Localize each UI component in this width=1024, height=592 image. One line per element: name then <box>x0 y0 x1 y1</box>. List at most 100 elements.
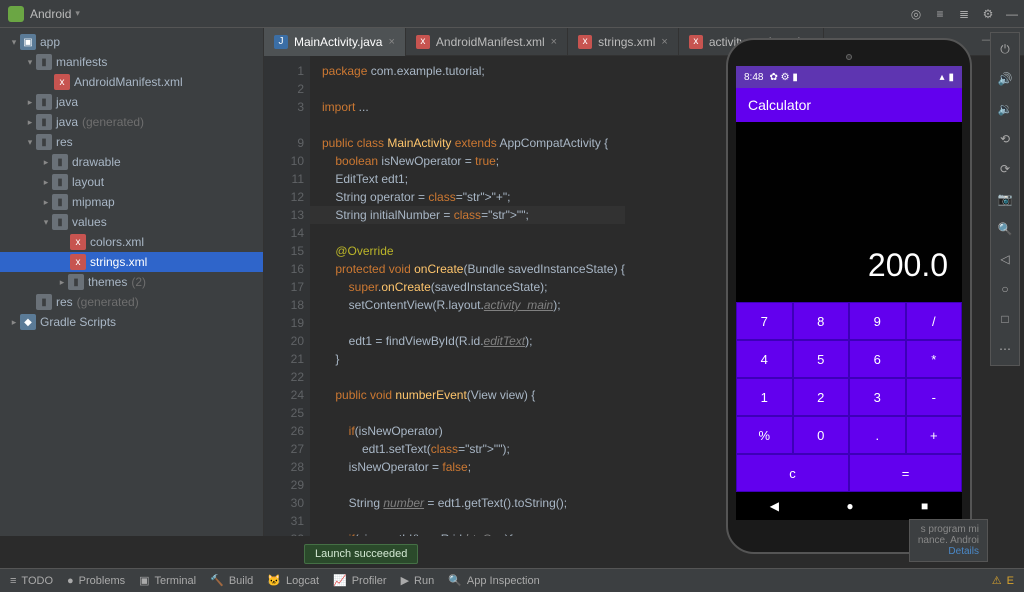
tab-label: MainActivity.java <box>294 35 382 49</box>
folder-icon: ▮ <box>68 274 84 290</box>
key-3[interactable]: 3 <box>849 378 906 416</box>
project-tree[interactable]: ▾▣ app ▾▮ manifests x AndroidManifest.xm… <box>0 28 264 536</box>
status-time: 8:48 <box>744 72 763 83</box>
emulator-frame: 8:48 ✿ ⚙ ▮ ▴▮ Calculator 200.0 789/456*1… <box>726 38 972 554</box>
bottom-app inspection[interactable]: 🔍App Inspection <box>448 574 539 587</box>
tool-icon: 🔨 <box>210 574 224 587</box>
bottom-logcat[interactable]: 🐱Logcat <box>267 574 319 587</box>
tree-drawable[interactable]: ▸▮ drawable <box>0 152 263 172</box>
tree-layout[interactable]: ▸▮ layout <box>0 172 263 192</box>
bottom-terminal[interactable]: ▣Terminal <box>139 574 196 587</box>
volume-up-icon[interactable]: 🔊 <box>995 69 1015 89</box>
volume-down-icon[interactable]: 🔉 <box>995 99 1015 119</box>
tree-manifest-file[interactable]: x AndroidManifest.xml <box>0 72 263 92</box>
tree-mipmap[interactable]: ▸▮ mipmap <box>0 192 263 212</box>
tree-gradle[interactable]: ▸◆ Gradle Scripts <box>0 312 263 332</box>
editor-tab[interactable]: xAndroidManifest.xml× <box>406 28 568 56</box>
rotate-left-icon[interactable]: ⟲ <box>995 129 1015 149</box>
notification-peek[interactable]: s program mi nance. Androi Details <box>909 519 988 562</box>
navigate-target-icon[interactable]: ◎ <box>905 3 927 25</box>
key-6[interactable]: 6 <box>849 340 906 378</box>
back-icon[interactable]: ◁ <box>995 249 1015 269</box>
folder-icon: ▮ <box>36 54 52 70</box>
home-icon[interactable]: ○ <box>995 279 1015 299</box>
zoom-icon[interactable]: 🔍 <box>995 219 1015 239</box>
tree-label: java <box>56 95 78 109</box>
key-4[interactable]: 4 <box>736 340 793 378</box>
tree-label: strings.xml <box>90 255 147 269</box>
tree-res-gen[interactable]: ▮ res (generated) <box>0 292 263 312</box>
tool-icon: 📈 <box>333 574 347 587</box>
camera-icon <box>846 54 852 60</box>
nav-back-icon[interactable]: ◀ <box>770 499 779 513</box>
emulator-screen[interactable]: 8:48 ✿ ⚙ ▮ ▴▮ Calculator 200.0 789/456*1… <box>736 66 962 520</box>
close-tab-icon[interactable]: × <box>388 36 394 48</box>
tree-res[interactable]: ▾▮ res <box>0 132 263 152</box>
tree-colors[interactable]: x colors.xml <box>0 232 263 252</box>
power-icon[interactable]: ⏻ <box>995 39 1015 59</box>
key-2[interactable]: 2 <box>793 378 850 416</box>
minimize-panel-icon[interactable]: — <box>1001 3 1023 25</box>
rotate-right-icon[interactable]: ⟳ <box>995 159 1015 179</box>
bottom-profiler[interactable]: 📈Profiler <box>333 574 387 587</box>
more-icon[interactable]: ⋯ <box>995 339 1015 359</box>
android-nav-bar[interactable]: ◀ ● ■ <box>736 492 962 520</box>
overview-icon[interactable]: □ <box>995 309 1015 329</box>
editor-tab[interactable]: JMainActivity.java× <box>264 28 406 56</box>
event-log-indicator[interactable]: ⚠ E <box>992 574 1014 587</box>
tree-app[interactable]: ▾▣ app <box>0 32 263 52</box>
tree-java[interactable]: ▸▮ java <box>0 92 263 112</box>
folder-icon: ▮ <box>52 194 68 210</box>
xml-file-icon: x <box>70 254 86 270</box>
screenshot-icon[interactable]: 📷 <box>995 189 1015 209</box>
key-%[interactable]: % <box>736 416 793 454</box>
close-tab-icon[interactable]: × <box>661 36 667 48</box>
tree-label: layout <box>72 175 104 189</box>
key-=[interactable]: = <box>849 454 962 492</box>
battery-icon: ▮ <box>948 72 954 83</box>
key--[interactable]: - <box>906 378 963 416</box>
tree-themes[interactable]: ▸▮ themes (2) <box>0 272 263 292</box>
gradle-icon: ◆ <box>20 314 36 330</box>
editor-tab[interactable]: xstrings.xml× <box>568 28 679 56</box>
main-toolbar: Android ◎ ≡ ≣ ⚙ — <box>0 0 1024 28</box>
calculator-display: 200.0 <box>736 122 962 302</box>
key-c[interactable]: c <box>736 454 849 492</box>
keypad: 789/ 456* 123-%0.+ c= <box>736 302 962 492</box>
project-view-dropdown[interactable]: Android <box>30 7 80 21</box>
details-link[interactable]: Details <box>948 546 979 557</box>
tree-java-gen[interactable]: ▸▮ java (generated) <box>0 112 263 132</box>
bottom-build[interactable]: 🔨Build <box>210 574 253 587</box>
tree-label: app <box>40 35 60 49</box>
key-/[interactable]: / <box>906 302 963 340</box>
nav-recent-icon[interactable]: ■ <box>921 499 928 513</box>
collapse-all-icon[interactable]: ≣ <box>953 3 975 25</box>
app-bar: Calculator <box>736 88 962 122</box>
key-5[interactable]: 5 <box>793 340 850 378</box>
wifi-icon: ▴ <box>939 72 944 83</box>
tool-icon: 🔍 <box>448 574 462 587</box>
bottom-todo[interactable]: ≡TODO <box>10 575 53 587</box>
expand-all-icon[interactable]: ≡ <box>929 3 951 25</box>
tree-manifests[interactable]: ▾▮ manifests <box>0 52 263 72</box>
key-7[interactable]: 7 <box>736 302 793 340</box>
tree-strings[interactable]: x strings.xml <box>0 252 263 272</box>
key-+[interactable]: + <box>906 416 963 454</box>
tree-label: java <box>56 115 78 129</box>
tree-values[interactable]: ▾▮ values <box>0 212 263 232</box>
tree-label: manifests <box>56 55 107 69</box>
key-*[interactable]: * <box>906 340 963 378</box>
tree-label: res <box>56 135 73 149</box>
settings-gear-icon[interactable]: ⚙ <box>977 3 999 25</box>
key-1[interactable]: 1 <box>736 378 793 416</box>
app-title: Calculator <box>748 97 811 113</box>
nav-home-icon[interactable]: ● <box>846 499 853 513</box>
bottom-run[interactable]: ▶Run <box>401 574 435 587</box>
key-9[interactable]: 9 <box>849 302 906 340</box>
code-area[interactable]: package com.example.tutorial; import ...… <box>310 56 625 536</box>
bottom-problems[interactable]: ●Problems <box>67 575 125 587</box>
key-8[interactable]: 8 <box>793 302 850 340</box>
key-.[interactable]: . <box>849 416 906 454</box>
close-tab-icon[interactable]: × <box>551 36 557 48</box>
key-0[interactable]: 0 <box>793 416 850 454</box>
